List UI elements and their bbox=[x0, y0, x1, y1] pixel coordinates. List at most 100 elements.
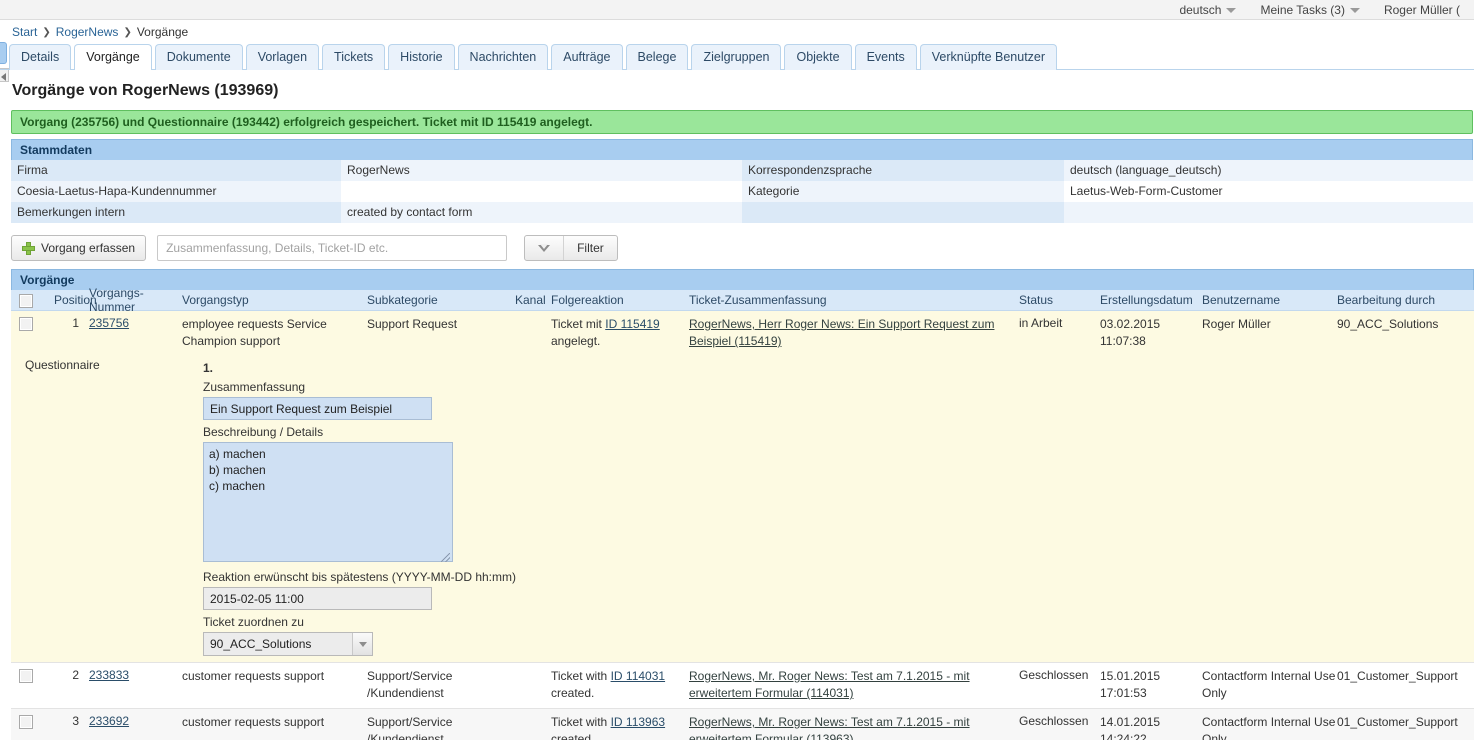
plus-icon bbox=[22, 241, 35, 255]
questionnaire-label: Questionnaire bbox=[25, 358, 100, 372]
table-body: 1 235756 employee requests Service Champio… bbox=[11, 311, 1474, 740]
ticket-summary-link[interactable]: RogerNews, Mr. Roger News: Test am 7.1.2… bbox=[689, 715, 970, 740]
create-vorgang-label: Vorgang erfassen bbox=[41, 241, 136, 255]
ticket-summary-link[interactable]: RogerNews, Herr Roger News: Ein Support … bbox=[689, 317, 994, 348]
filter-label: Filter bbox=[577, 241, 604, 255]
tab-objekte[interactable]: Objekte bbox=[784, 44, 852, 70]
row-created-cell: 15.01.2015 17:01:53 bbox=[1100, 668, 1202, 702]
tab-nachrichten[interactable]: Nachrichten bbox=[457, 44, 549, 70]
filter-button[interactable]: Filter bbox=[524, 235, 618, 261]
breadcrumb-item-start[interactable]: Start bbox=[12, 25, 37, 39]
tab-vorlagen[interactable]: Vorlagen bbox=[245, 44, 320, 70]
stammdaten-right-column: Korrespondenzsprache deutsch (language_de… bbox=[742, 160, 1473, 223]
table-row[interactable]: 3 233692 customer requests support Support/… bbox=[11, 709, 1474, 740]
stammdaten-row: Firma RogerNews bbox=[11, 160, 742, 181]
row-select-cell[interactable] bbox=[11, 714, 40, 729]
row-select-cell[interactable] bbox=[11, 668, 40, 683]
tab-historie[interactable]: Historie bbox=[388, 44, 455, 70]
vorgang-number-link[interactable]: 233692 bbox=[89, 714, 129, 728]
tab-tickets[interactable]: Tickets bbox=[322, 44, 386, 70]
search-input[interactable] bbox=[157, 235, 508, 261]
tab-belege[interactable]: Belege bbox=[625, 44, 689, 70]
page-title: Vorgänge von RogerNews (193969) bbox=[12, 82, 279, 99]
row-ticket-summary-cell: RogerNews, Mr. Roger News: Test am 7.1.2… bbox=[689, 668, 1019, 702]
ticket-id-link[interactable]: ID 113963 bbox=[611, 715, 666, 729]
column-header-folgereaktion[interactable]: Folgereaktion bbox=[551, 293, 689, 307]
tab-verknüpfte-benutzer[interactable]: Verknüpfte Benutzer bbox=[919, 44, 1058, 70]
stammdaten-section: Stammdaten Firma RogerNews Coesia-Laetus-H… bbox=[11, 139, 1473, 223]
row-subcategory: Support Request bbox=[367, 317, 458, 331]
stammdaten-row: Coesia-Laetus-Hapa-Kundennummer bbox=[11, 181, 742, 202]
row-username: Contactform Internal Use Only bbox=[1202, 669, 1336, 700]
row-subcategory: Support/Service /Kundendienst bbox=[367, 669, 453, 700]
deadline-input[interactable] bbox=[203, 587, 432, 610]
column-header-type[interactable]: Vorgangstyp bbox=[182, 293, 367, 307]
description-textarea-wrapper: a) machen b) machen c) machen bbox=[203, 442, 453, 565]
filter-chevron-down-icon[interactable] bbox=[525, 236, 565, 260]
chevron-down-icon bbox=[1226, 7, 1237, 13]
row-created-date: 15.01.2015 bbox=[1100, 669, 1161, 683]
sidebar-expand-arrow-icon[interactable] bbox=[0, 68, 9, 82]
stammdaten-value: Laetus-Web-Form-Customer bbox=[1064, 181, 1473, 202]
language-label: deutsch bbox=[1179, 3, 1222, 17]
select-all-cell[interactable] bbox=[11, 293, 40, 308]
ticket-id-link[interactable]: ID 115419 bbox=[605, 317, 660, 331]
row-select-checkbox[interactable] bbox=[18, 317, 33, 331]
column-header-status[interactable]: Status bbox=[1019, 293, 1100, 307]
ticket-id-link[interactable]: ID 114031 bbox=[611, 669, 666, 683]
my-tasks-menu[interactable]: Meine Tasks (3) bbox=[1248, 0, 1371, 20]
description-field-label: Beschreibung / Details bbox=[203, 425, 324, 439]
resize-grip-icon[interactable] bbox=[441, 553, 450, 562]
tab-dokumente[interactable]: Dokumente bbox=[154, 44, 243, 70]
column-header-username[interactable]: Benutzername bbox=[1202, 293, 1337, 307]
sidebar-collapse-handle[interactable] bbox=[0, 42, 7, 64]
table-row[interactable]: 1 235756 employee requests Service Champio… bbox=[11, 311, 1474, 356]
select-all-checkbox[interactable] bbox=[18, 293, 33, 308]
row-handled-by: 90_ACC_Solutions bbox=[1337, 317, 1439, 331]
column-header-created[interactable]: Erstellungsdatum bbox=[1100, 293, 1202, 307]
row-position: 1 bbox=[72, 316, 79, 330]
row-handled-by: 01_Customer_Support bbox=[1337, 669, 1458, 683]
stammdaten-value: created by contact form bbox=[341, 202, 742, 223]
tab-events[interactable]: Events bbox=[854, 44, 917, 70]
breadcrumb-separator-icon: ❯ bbox=[123, 26, 132, 38]
column-header-handled-by[interactable]: Bearbeitung durch bbox=[1337, 293, 1474, 307]
tab-vorgänge[interactable]: Vorgänge bbox=[74, 44, 152, 70]
row-select-checkbox[interactable] bbox=[18, 669, 33, 683]
table-row[interactable]: 2 233833 customer requests support Support/… bbox=[11, 663, 1474, 709]
vorgang-number-link[interactable]: 235756 bbox=[89, 316, 129, 330]
assign-select[interactable]: 90_ACC_Solutions bbox=[203, 632, 373, 656]
column-header-kanal[interactable]: Kanal bbox=[515, 293, 551, 307]
stammdaten-header: Stammdaten bbox=[11, 139, 1473, 160]
description-textarea[interactable]: a) machen b) machen c) machen bbox=[203, 442, 453, 562]
row-ticket-summary-cell: RogerNews, Mr. Roger News: Test am 7.1.2… bbox=[689, 714, 1019, 740]
row-handled-by: 01_Customer_Support bbox=[1337, 715, 1458, 729]
vorgaenge-toolbar: Vorgang erfassen Filter bbox=[11, 233, 1473, 263]
folgereaktion-prefix: Ticket mit bbox=[551, 317, 606, 331]
language-selector[interactable]: deutsch bbox=[1167, 0, 1248, 20]
row-username: Roger Müller bbox=[1202, 317, 1271, 331]
vorgang-number-link[interactable]: 233833 bbox=[89, 668, 129, 682]
folgereaktion-suffix: created. bbox=[551, 686, 595, 700]
stammdaten-value bbox=[1064, 202, 1473, 223]
column-header-number[interactable]: Vorgangs-Nummer bbox=[85, 286, 182, 314]
column-header-ticket-summary[interactable]: Ticket-Zusammenfassung bbox=[689, 293, 1019, 307]
create-vorgang-button[interactable]: Vorgang erfassen bbox=[11, 235, 147, 261]
caret-glyph-icon bbox=[358, 641, 367, 647]
breadcrumb-item-rogernews[interactable]: RogerNews bbox=[56, 25, 119, 39]
row-folgereaktion: Ticket with ID 113963 created. bbox=[551, 714, 689, 740]
ticket-summary-link[interactable]: RogerNews, Mr. Roger News: Test am 7.1.2… bbox=[689, 669, 970, 700]
deadline-field-label: Reaktion erwünscht bis spätestens (YYYY-… bbox=[203, 570, 516, 584]
summary-input[interactable] bbox=[203, 397, 432, 420]
tab-zielgruppen[interactable]: Zielgruppen bbox=[691, 44, 782, 70]
column-header-position[interactable]: Position bbox=[40, 293, 97, 307]
tab-details[interactable]: Details bbox=[9, 44, 72, 70]
tab-aufträge[interactable]: Aufträge bbox=[551, 44, 623, 70]
user-menu[interactable]: Roger Müller ( bbox=[1372, 0, 1472, 20]
column-header-subcategory[interactable]: Subkategorie bbox=[367, 293, 515, 307]
breadcrumb: Start ❯ RogerNews ❯ Vorgänge bbox=[12, 25, 188, 39]
row-select-cell[interactable] bbox=[11, 316, 40, 331]
row-created-time: 11:07:38 bbox=[1100, 334, 1146, 348]
assign-select-chevron-down-icon[interactable] bbox=[352, 633, 372, 655]
row-select-checkbox[interactable] bbox=[18, 715, 33, 729]
